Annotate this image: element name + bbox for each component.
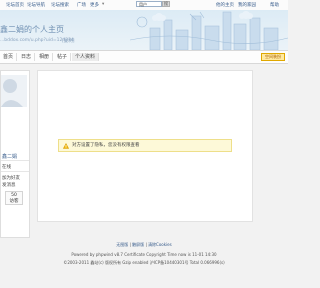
user-name[interactable]: 鑫二娟 (2, 153, 17, 160)
nav-link-forum-search[interactable]: 论坛搜索 (51, 2, 69, 8)
divider (1, 160, 29, 161)
footer-link-text-version[interactable]: 无图版 (116, 242, 128, 247)
nav-link-my-space[interactable]: 我的家园 (238, 2, 256, 8)
search-input[interactable]: 用户 (136, 1, 162, 7)
tab-diary[interactable]: 日志 (18, 53, 36, 61)
nav-link-forum-home[interactable]: 论坛首页 (6, 2, 24, 8)
visitor-stat: 50 访客 (5, 191, 23, 205)
nav-link-forum-guide[interactable]: 论坛导航 (27, 2, 45, 8)
divider (1, 171, 29, 172)
nav-link-user-home[interactable]: 他的主页 (216, 2, 234, 8)
sidebar-item-online: 在线 (2, 165, 11, 170)
tab-album[interactable]: 相册 (36, 53, 54, 61)
page-footer: 无图版 | 触屏版 | 清除Cookies Powered by phpwind… (0, 236, 288, 288)
tab-home[interactable]: 首页 (0, 53, 18, 61)
nav-link-help[interactable]: 帮助 (270, 2, 279, 8)
search-button[interactable]: 搜 (162, 1, 170, 7)
space-tab-bar: 首页 日志 相册 帖子 个人资料 空间装扮 (0, 50, 288, 64)
avatar[interactable] (1, 75, 27, 107)
tab-profile[interactable]: 个人资料 (72, 53, 100, 61)
sidebar-item-add-friend[interactable]: 加为好友 (2, 175, 20, 181)
footer-copyright: ©2003-2011 鑫站(c) 版权所有 Gzip enabled 沪ICP备… (63, 260, 225, 265)
user-avatar-icon (1, 75, 27, 107)
main-panel: 对方设置了隐私，您没有权限查看 (37, 70, 253, 222)
tab-posts[interactable]: 帖子 (54, 53, 72, 61)
warning-icon (63, 143, 69, 149)
visitor-label: 访客 (9, 199, 19, 204)
nav-link-more[interactable]: 更多 (90, 2, 99, 8)
footer-powered-by: Powered by phpwind v8.7 Certificate Copy… (71, 252, 217, 257)
nav-link-plaza[interactable]: 广场 (77, 2, 86, 8)
banner: 鑫二娟的个人主页 ...bddox.com/u.php?uid=124334 [… (0, 10, 288, 50)
chevron-down-icon[interactable]: ▾ (102, 2, 104, 7)
footer-link-touch-version[interactable]: 触屏版 (132, 242, 144, 247)
footer-link-clear-cookies[interactable]: 清除Cookies (148, 242, 172, 247)
page-title: 鑫二娟的个人主页 (0, 25, 64, 34)
profile-sidebar: 鑫二娟 在线 加为好友 发消息 50 访客 (0, 70, 30, 238)
sidebar-item-send-message[interactable]: 发消息 (2, 182, 16, 188)
copy-url-link[interactable]: [复制] (62, 38, 75, 44)
notice-text: 对方设置了隐私，您没有权限查看 (72, 143, 140, 148)
privacy-notice: 对方设置了隐私，您没有权限查看 (58, 139, 232, 152)
space-theme-button[interactable]: 空间装扮 (261, 53, 285, 61)
city-skyline-illustration (130, 11, 288, 50)
footer-links: 无图版 | 触屏版 | 清除Cookies (116, 242, 172, 247)
